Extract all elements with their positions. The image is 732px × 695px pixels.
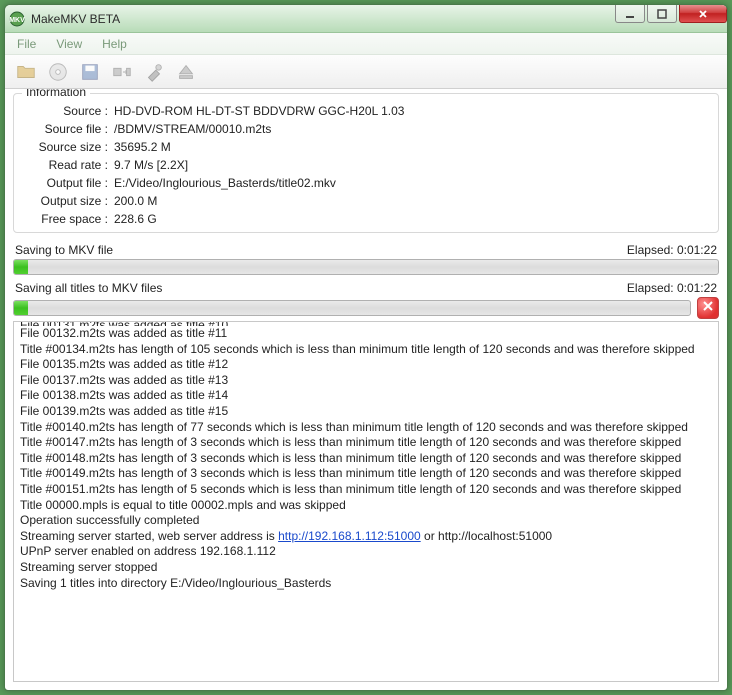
source-label: Source : <box>24 104 114 118</box>
output-file-value: E:/Video/Inglourious_Basterds/title02.mk… <box>114 176 708 190</box>
log-line: Title #00140.m2ts has length of 77 secon… <box>20 420 712 436</box>
read-rate-label: Read rate : <box>24 158 114 172</box>
close-button[interactable] <box>679 5 727 23</box>
minimize-button[interactable] <box>615 5 645 23</box>
progress2-elapsed: Elapsed: 0:01:22 <box>627 281 717 295</box>
log-text: or http://localhost:51000 <box>421 529 552 543</box>
source-value: HD-DVD-ROM HL-DT-ST BDDVDRW GGC-H20L 1.0… <box>114 104 708 118</box>
progress-current-title: Saving to MKV file Elapsed: 0:01:22 <box>13 241 719 275</box>
source-file-label: Source file : <box>24 122 114 136</box>
log-line: File 00137.m2ts was added as title #13 <box>20 373 712 389</box>
information-legend: Information <box>22 89 90 99</box>
progress1-bar <box>13 259 719 275</box>
log-line: Title #00148.m2ts has length of 3 second… <box>20 451 712 467</box>
settings-button[interactable] <box>141 59 167 85</box>
progress2-label: Saving all titles to MKV files <box>15 281 162 295</box>
content-area: Information Source : HD-DVD-ROM HL-DT-ST… <box>5 89 727 690</box>
log-line: Operation successfully completed <box>20 513 712 529</box>
server-link[interactable]: http://192.168.1.112:51000 <box>278 529 421 543</box>
log-line: Title #00151.m2ts has length of 5 second… <box>20 482 712 498</box>
eject-button[interactable] <box>173 59 199 85</box>
svg-text:MKV: MKV <box>9 17 25 24</box>
source-file-value: /BDMV/STREAM/00010.m2ts <box>114 122 708 136</box>
log-line: Title #00149.m2ts has length of 3 second… <box>20 466 712 482</box>
progress-all-titles: Saving all titles to MKV files Elapsed: … <box>13 279 719 319</box>
information-group: Information Source : HD-DVD-ROM HL-DT-ST… <box>13 93 719 233</box>
log-line: Title 00000.mpls is equal to title 00002… <box>20 498 712 514</box>
window-controls <box>615 5 727 23</box>
log-line: Streaming server started, web server add… <box>20 529 712 545</box>
log-text: Streaming server started, web server add… <box>20 529 278 543</box>
progress1-elapsed: Elapsed: 0:01:22 <box>627 243 717 257</box>
cancel-button[interactable] <box>697 297 719 319</box>
menu-file[interactable]: File <box>7 35 46 53</box>
log-line: File 00132.m2ts was added as title #11 <box>20 326 712 342</box>
output-file-label: Output file : <box>24 176 114 190</box>
stream-button[interactable] <box>109 59 135 85</box>
open-disc-button[interactable] <box>45 59 71 85</box>
read-rate-value: 9.7 M/s [2.2X] <box>114 158 708 172</box>
log-line: File 00138.m2ts was added as title #14 <box>20 388 712 404</box>
menubar: File View Help <box>5 33 727 55</box>
progress2-bar <box>13 300 691 316</box>
log-line: UPnP server enabled on address 192.168.1… <box>20 544 712 560</box>
progress1-fill <box>14 260 28 274</box>
progress1-label: Saving to MKV file <box>15 243 113 257</box>
log-output[interactable]: File 00131.m2ts was added as title #10 F… <box>13 321 719 682</box>
toolbar <box>5 55 727 89</box>
app-icon: MKV <box>9 11 25 27</box>
app-window: MKV MakeMKV BETA File View Help <box>4 4 728 691</box>
menu-help[interactable]: Help <box>92 35 137 53</box>
cancel-icon <box>702 299 714 317</box>
log-line: Streaming server stopped <box>20 560 712 576</box>
log-line: Title #00147.m2ts has length of 3 second… <box>20 435 712 451</box>
save-button[interactable] <box>77 59 103 85</box>
progress2-fill <box>14 301 28 315</box>
menu-view[interactable]: View <box>46 35 92 53</box>
log-line: File 00135.m2ts was added as title #12 <box>20 357 712 373</box>
free-space-value: 228.6 G <box>114 212 708 226</box>
maximize-button[interactable] <box>647 5 677 23</box>
output-size-value: 200.0 M <box>114 194 708 208</box>
output-size-label: Output size : <box>24 194 114 208</box>
titlebar[interactable]: MKV MakeMKV BETA <box>5 5 727 33</box>
source-size-value: 35695.2 M <box>114 140 708 154</box>
free-space-label: Free space : <box>24 212 114 226</box>
log-line: Saving 1 titles into directory E:/Video/… <box>20 576 712 592</box>
open-folder-button[interactable] <box>13 59 39 85</box>
log-line: File 00139.m2ts was added as title #15 <box>20 404 712 420</box>
source-size-label: Source size : <box>24 140 114 154</box>
log-line: Title #00134.m2ts has length of 105 seco… <box>20 342 712 358</box>
